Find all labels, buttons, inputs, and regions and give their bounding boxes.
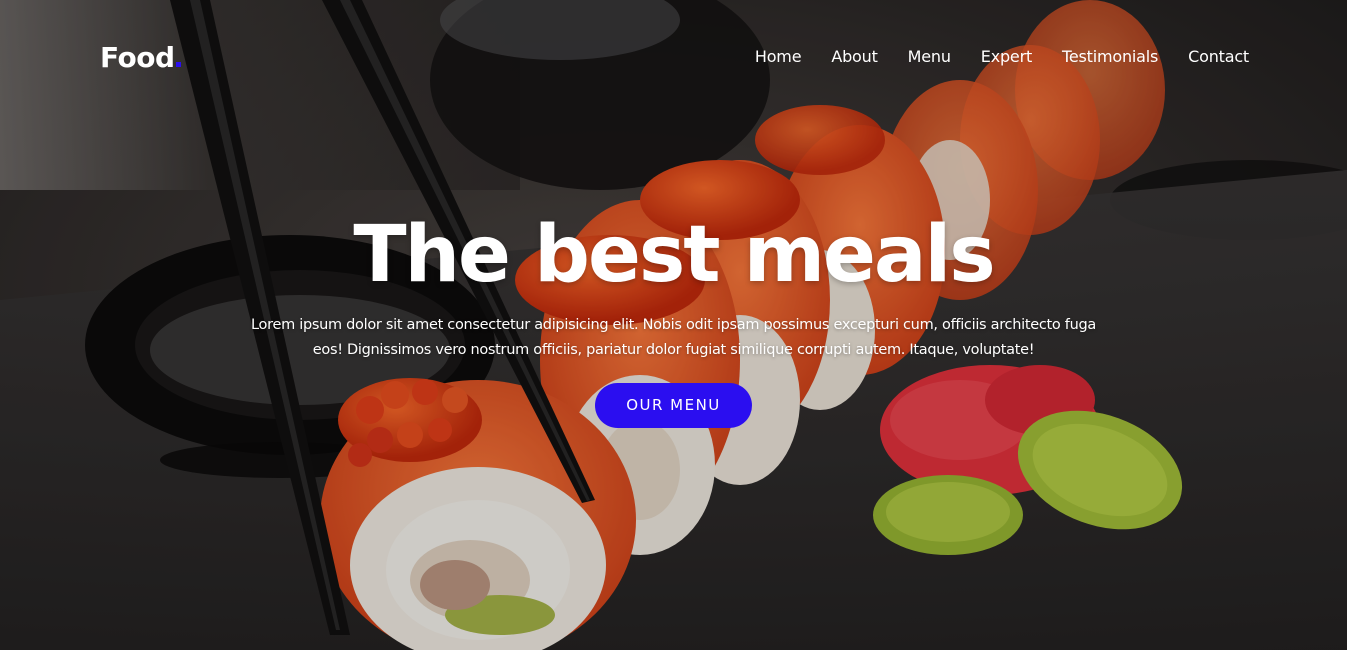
brand-dot-icon [175, 62, 181, 67]
hero-title: The best meals [353, 210, 995, 300]
nav-item-contact: Contact [1188, 46, 1249, 68]
brand-logo[interactable]: Food [100, 40, 181, 76]
nav-link-home[interactable]: Home [755, 47, 802, 66]
nav-link-testimonials[interactable]: Testimonials [1062, 47, 1158, 66]
brand-text: Food [100, 41, 175, 74]
nav-item-expert: Expert [981, 46, 1032, 68]
nav-link-contact[interactable]: Contact [1188, 47, 1249, 66]
hero-section: Food Home About Menu Expert Testimonials… [0, 0, 1347, 650]
nav-link-menu[interactable]: Menu [908, 47, 951, 66]
nav-item-testimonials: Testimonials [1062, 46, 1158, 68]
nav-item-menu: Menu [908, 46, 951, 68]
hero-description: Lorem ipsum dolor sit amet consectetur a… [251, 317, 1096, 358]
our-menu-button[interactable]: OUR MENU [595, 383, 752, 428]
hero-content: The best meals Lorem ipsum dolor sit ame… [0, 205, 1347, 428]
nav-link-expert[interactable]: Expert [981, 47, 1032, 66]
nav-link-about[interactable]: About [831, 47, 878, 66]
nav-item-about: About [831, 46, 878, 68]
navbar: Food Home About Menu Expert Testimonials… [0, 0, 1347, 114]
nav-menu: Home About Menu Expert Testimonials Cont… [755, 46, 1249, 68]
nav-item-home: Home [755, 46, 802, 68]
